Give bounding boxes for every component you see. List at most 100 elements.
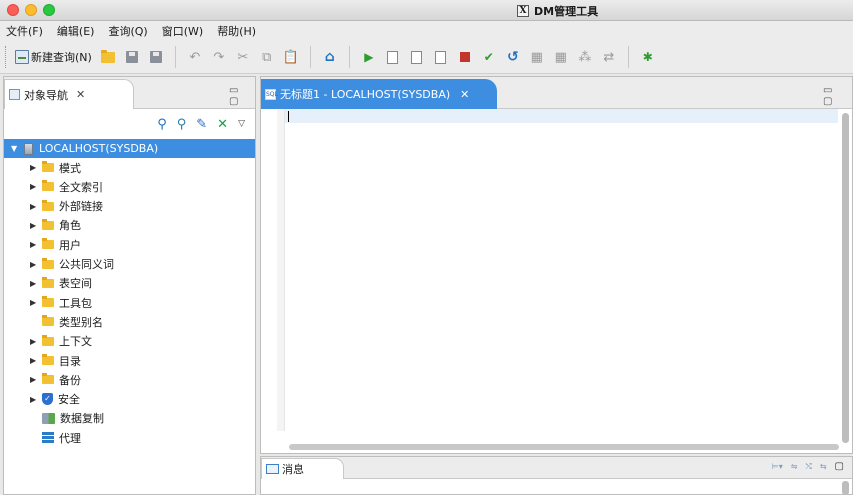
close-icon[interactable]: ✕ <box>76 88 85 101</box>
cut-button[interactable]: ✂ <box>233 46 253 68</box>
tree-item[interactable]: ▶ 外部链接 <box>4 197 255 216</box>
tab-messages[interactable]: 消息 <box>261 458 344 479</box>
open-button[interactable] <box>98 46 118 68</box>
copy-messages-icon[interactable]: ⇆ <box>820 462 827 471</box>
menu-query[interactable]: 查询(Q) <box>108 23 147 39</box>
expand-arrow-icon[interactable]: ▶ <box>30 298 37 307</box>
menu-edit[interactable]: 编辑(E) <box>57 23 95 39</box>
tree-item-label: 类型别名 <box>59 315 103 329</box>
window-title: X DM管理工具 <box>517 3 598 19</box>
text-caret <box>288 111 289 122</box>
copy-button[interactable]: ⧉ <box>257 46 277 68</box>
tree-item[interactable]: ▶ 用户 <box>4 235 255 254</box>
edit-icon[interactable]: ✎ <box>196 117 207 132</box>
redo-button[interactable]: ↷ <box>209 46 229 68</box>
tree-item[interactable]: ▶ 角色 <box>4 216 255 235</box>
expand-arrow-icon[interactable]: ▶ <box>30 337 37 346</box>
messages-scrollbar[interactable] <box>842 481 849 495</box>
bug-icon: ✱ <box>642 50 653 64</box>
format-button[interactable]: ▦ <box>527 46 547 68</box>
unformat-button[interactable]: ▦ <box>551 46 571 68</box>
filter-icon[interactable]: ⊨▾ <box>772 462 783 471</box>
tree-item[interactable]: ▶ 全文索引 <box>4 177 255 196</box>
close-window-button[interactable] <box>7 4 19 16</box>
current-line-highlight[interactable] <box>285 109 838 123</box>
tree-item[interactable]: ▶ 备份 <box>4 370 255 389</box>
view-menu-icon[interactable]: ▽ <box>238 119 245 129</box>
uncomment-button[interactable]: ⇄ <box>599 46 619 68</box>
save-button[interactable] <box>122 46 142 68</box>
minimize-window-button[interactable] <box>25 4 37 16</box>
tree-item[interactable]: ▶ 工具包 <box>4 293 255 312</box>
collapse-all-icon[interactable]: ✕ <box>217 117 228 132</box>
pane-minmax-controls[interactable]: ▭ ▢ <box>823 85 852 107</box>
save-all-button[interactable] <box>146 46 166 68</box>
folder-icon <box>42 199 54 211</box>
new-query-button[interactable]: 新建查询(N) <box>13 46 94 68</box>
maximize-window-button[interactable] <box>43 4 55 16</box>
commit-button[interactable]: ✔ <box>479 46 499 68</box>
title-bar: X DM管理工具 <box>0 0 853 21</box>
expand-arrow-icon[interactable]: ▶ <box>30 221 37 230</box>
script-icon <box>435 50 447 64</box>
app-logo-icon: X <box>517 5 529 17</box>
sql-file-icon: SQL <box>265 88 278 100</box>
expand-arrow-icon[interactable]: ▼ <box>11 144 18 153</box>
copy-icon: ⧉ <box>262 49 272 65</box>
tree-item-label: 外部链接 <box>59 200 103 214</box>
expand-arrow-icon[interactable]: ▶ <box>30 240 37 249</box>
clear-icon[interactable]: ⤭ <box>805 462 811 472</box>
tree-item[interactable]: 数据复制 <box>4 409 255 428</box>
tab-untitled-query[interactable]: SQL 无标题1 - LOCALHOST(SYSDBA) ✕ <box>261 79 497 109</box>
tree-item[interactable]: ▶ 目录 <box>4 351 255 370</box>
replication-icon <box>42 412 55 424</box>
toolbar-separator <box>627 46 629 68</box>
folder-icon <box>42 296 54 308</box>
execute-script-button[interactable] <box>431 46 451 68</box>
pane-minmax-controls[interactable]: ▭ ▢ <box>229 85 255 107</box>
expand-arrow-icon[interactable]: ▶ <box>30 163 37 172</box>
expand-arrow-icon[interactable]: ▶ <box>30 260 37 269</box>
tree-item[interactable]: ▶ 模式 <box>4 158 255 177</box>
tree-item[interactable]: 代理 <box>4 428 255 447</box>
wrap-icon[interactable]: ⇋ <box>791 462 798 471</box>
vertical-scrollbar[interactable] <box>842 113 849 443</box>
tree-item[interactable]: ▶ ✓ 安全 <box>4 390 255 409</box>
tree-root-localhost[interactable]: ▼ LOCALHOST(SYSDBA) <box>4 139 255 158</box>
horizontal-scrollbar[interactable] <box>289 444 839 450</box>
tree-item-label: 工具包 <box>59 296 92 310</box>
home-button[interactable]: ⌂ <box>320 46 340 68</box>
tree-item[interactable]: ▶ 公共同义词 <box>4 255 255 274</box>
execute-button[interactable]: ▶ <box>359 46 379 68</box>
debug-button[interactable]: ✱ <box>638 46 658 68</box>
expand-arrow-icon[interactable]: ▶ <box>30 279 37 288</box>
disconnect-icon[interactable]: ⚲ <box>177 117 187 132</box>
tab-object-navigator[interactable]: 对象导航 ✕ <box>4 79 134 109</box>
tree-item-label: 代理 <box>59 431 81 445</box>
expand-arrow-icon[interactable]: ▶ <box>30 395 37 404</box>
connect-icon[interactable]: ⚲ <box>157 117 167 132</box>
messages-panel: 消息 ⊨▾ ⇋ ⤭ ⇆ ▢ <box>260 456 853 495</box>
undo-button[interactable]: ↶ <box>185 46 205 68</box>
expand-arrow-icon[interactable]: ▶ <box>30 375 37 384</box>
stop-button[interactable] <box>455 46 475 68</box>
menu-help[interactable]: 帮助(H) <box>217 23 256 39</box>
tree-item[interactable]: 类型别名 <box>4 312 255 331</box>
rollback-button[interactable]: ↺ <box>503 46 523 68</box>
tree-item[interactable]: ▶ 上下文 <box>4 332 255 351</box>
close-icon[interactable]: ✕ <box>460 88 469 101</box>
folder-icon <box>42 180 54 192</box>
tree-item-label: 全文索引 <box>59 180 103 194</box>
tree-item[interactable]: ▶ 表空间 <box>4 274 255 293</box>
menu-file[interactable]: 文件(F) <box>6 23 43 39</box>
menu-window[interactable]: 窗口(W) <box>162 23 203 39</box>
comment-button[interactable]: ⁂ <box>575 46 595 68</box>
expand-arrow-icon[interactable]: ▶ <box>30 202 37 211</box>
expand-arrow-icon[interactable]: ▶ <box>30 356 37 365</box>
expand-arrow-icon[interactable]: ▶ <box>30 182 37 191</box>
execute-step-button[interactable] <box>383 46 403 68</box>
paste-button[interactable]: 📋 <box>281 46 301 68</box>
explain-button[interactable] <box>407 46 427 68</box>
toolbar-grip <box>5 46 7 68</box>
maximize-icon[interactable]: ▢ <box>835 461 844 472</box>
